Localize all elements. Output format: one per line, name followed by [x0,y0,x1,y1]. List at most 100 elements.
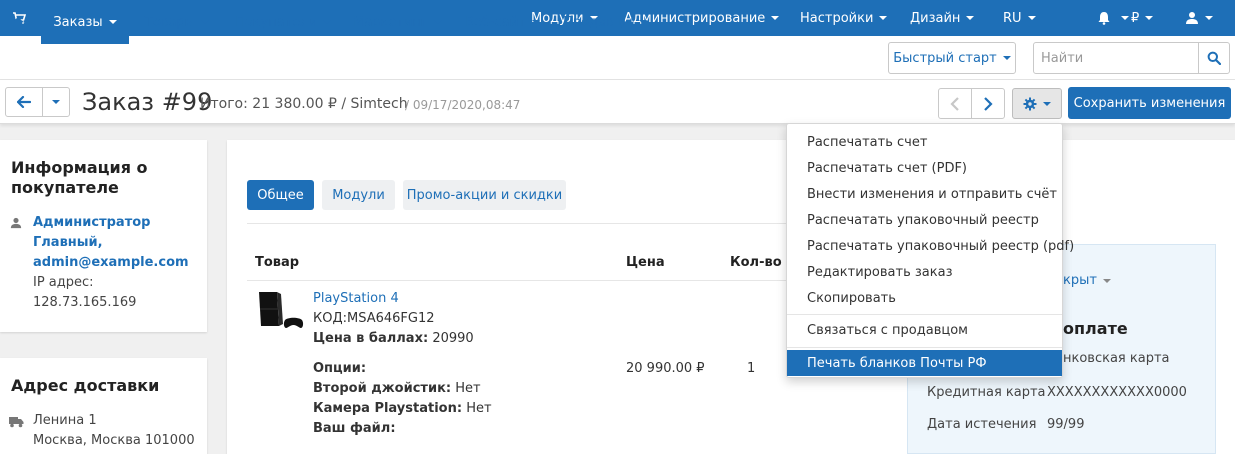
customer-info-card: Информация о покупателе Администратор Гл… [0,140,207,332]
menu-item-print-packing-slip[interactable]: Распечатать упаковочный реестр [787,207,1062,233]
customer-name-text: Администратор Главный [33,215,151,250]
order-date: / 09/17/2020,08:47 [405,98,521,112]
chevron-right-icon [984,96,993,111]
customer-email[interactable]: admin@example.com [33,253,189,273]
nav-label: Заказы [53,14,103,30]
caret-down-icon [1145,16,1154,20]
menu-item-print-invoice-pdf[interactable]: Распечатать счет (PDF) [787,155,1062,181]
caret-down-icon [1027,16,1036,20]
topnav-language[interactable]: RU [1003,0,1036,36]
shipping-address-card: Адрес доставки Ленина 1 Москва, Москва 1… [0,358,207,454]
topnav-label: Дизайн [910,10,961,26]
user-icon [10,217,22,229]
nav-vendors[interactable]: Продавцы [563,0,647,44]
search-button[interactable] [1198,42,1230,74]
gear-icon [1023,97,1037,110]
menu-item-contact-vendor[interactable]: Связаться с продавцом [787,317,1062,343]
product-price: 20 990.00 ₽ [626,361,705,376]
option-value: Нет [455,381,481,396]
customer-ip: IP адрес: 128.73.165.169 [33,275,137,310]
caret-down-icon [638,20,647,24]
points-value: 20990 [432,331,474,346]
caret-down-icon [108,20,117,24]
option-label: Второй джойстик: [313,381,452,396]
menu-item-edit-order[interactable]: Редактировать заказ [787,259,1062,285]
nav-marketing[interactable]: Маркетинг [353,0,442,44]
caret-down-icon [531,20,540,24]
payment-heading: оплате [1063,319,1128,338]
quick-start-label: Быстрый старт [893,50,997,66]
topnav-label: RU [1003,10,1022,26]
caret-down-icon [1043,101,1051,106]
product-thumbnail[interactable] [255,290,305,340]
expiry-value: 99/99 [1047,417,1085,432]
settings-dropdown-button[interactable] [1012,88,1062,119]
product-options: Опции: Второй джойстик: Нет Камера Plays… [313,359,492,439]
caret-down-icon [433,20,442,24]
expiry-label: Дата истечения [927,417,1037,432]
topnav-notifications[interactable] [1097,0,1129,36]
caret-down-icon [1002,56,1011,60]
col-header-product: Товар [255,255,300,270]
topnav-design[interactable]: Дизайн [910,0,975,36]
product-details: PlayStation 4 КОД:MSA646FG12 Цена в балл… [313,289,474,349]
col-header-price: Цена [626,255,665,270]
caret-down-icon [771,16,780,20]
nav-website[interactable]: Веб-сайт [465,0,540,44]
menu-item-print-invoice[interactable]: Распечатать счет [787,129,1062,155]
caret-down-icon [201,20,210,24]
option-row: Ваш файл: [313,419,492,439]
nav-customers[interactable]: Покупатели [235,0,332,44]
quick-start-button[interactable]: Быстрый старт [888,42,1016,74]
truck-icon [9,417,24,428]
topnav-settings[interactable]: Настройки [800,0,888,36]
option-row: Второй джойстик: Нет [313,379,492,399]
order-total: Итого: 21 380.00 ₽ / Simtech [200,96,408,112]
menu-item-print-russian-post-forms[interactable]: Печать бланков Почты РФ [787,350,1062,376]
customer-info-title: Информация о покупателе [11,158,148,197]
topnav-user[interactable] [1185,0,1213,36]
save-changes-button[interactable]: Сохранить изменения [1068,87,1231,119]
nav-home[interactable] [0,0,36,44]
search-input[interactable] [1033,42,1199,74]
caret-down-icon [879,16,888,20]
console-image [259,292,304,328]
arrow-left-icon [17,96,31,108]
menu-divider [787,314,1062,315]
payment-method: нковская карта [1063,351,1170,366]
payment-status-dropdown[interactable]: крыт [1063,271,1111,291]
customer-name[interactable]: Администратор Главный, [33,213,183,253]
nav-label: Товары [145,14,196,30]
product-qty: 1 [747,361,756,376]
tab-general[interactable]: Общее [247,180,314,210]
menu-divider [787,347,1062,348]
option-label: Ваш файл: [313,421,396,436]
prev-order-button[interactable] [938,88,972,119]
next-order-button[interactable] [971,88,1005,119]
payment-status-text: крыт [1063,273,1097,288]
col-header-qty: Кол-во [730,255,782,270]
menu-item-copy[interactable]: Скопировать [787,285,1062,311]
settings-dropdown-menu: Распечатать счет Распечатать счет (PDF) … [786,123,1074,378]
currency-label: ₽ [1131,10,1140,26]
chevron-left-icon [950,96,959,111]
menu-item-edit-and-send-invoice[interactable]: Внести изменения и отправить счёт [787,181,1062,207]
product-name-link[interactable]: PlayStation 4 [313,289,474,309]
topnav-currency[interactable]: ₽ [1131,0,1154,36]
points-label: Цена в баллах: [313,331,429,346]
caret-down-icon [323,20,332,24]
product-points: Цена в баллах: 20990 [313,329,474,349]
nav-products[interactable]: Товары [145,0,210,44]
nav-orders[interactable]: Заказы [41,0,129,44]
caret-down-icon [1205,16,1213,20]
shipping-title: Адрес доставки [11,376,160,395]
topnav-administration[interactable]: Администрирование [624,0,780,36]
menu-item-print-packing-slip-pdf[interactable]: Распечатать упаковочный реестр (pdf) [787,233,1074,259]
shipping-city: Москва, Москва 101000 [33,433,195,448]
back-button[interactable] [5,87,43,117]
tab-addons[interactable]: Модули [322,180,395,210]
back-dropdown-button[interactable] [42,87,70,117]
caret-down-icon [1121,16,1129,20]
tab-promotions[interactable]: Промо-акции и скидки [403,180,566,210]
home-icon [12,16,24,28]
